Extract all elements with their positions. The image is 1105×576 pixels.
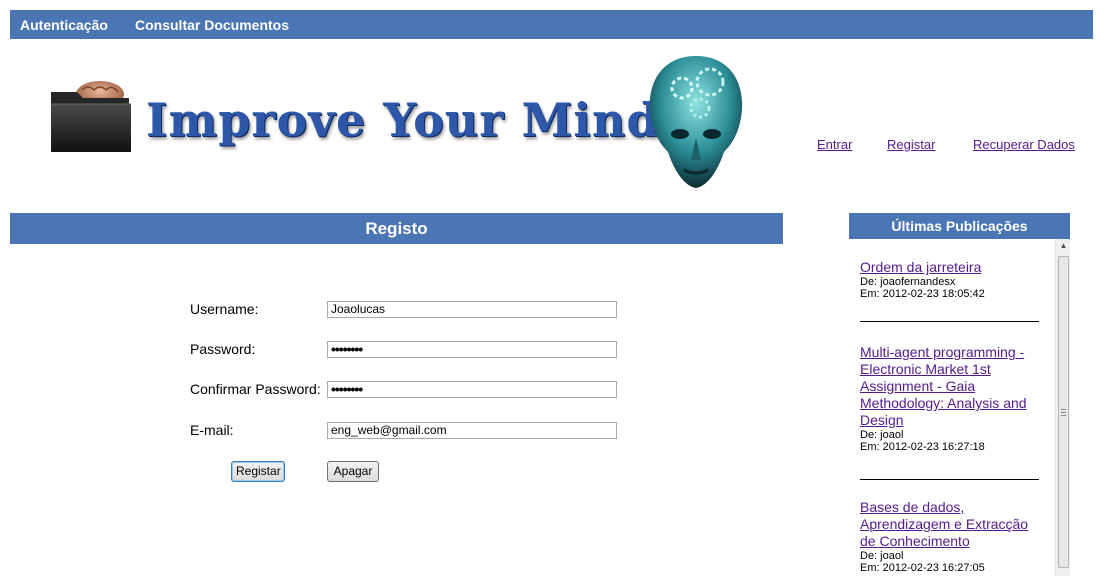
publication-date: Em: 2012-02-23 18:05:42 bbox=[860, 288, 985, 300]
scrollbar-thumb[interactable] bbox=[1058, 256, 1069, 568]
publication-date: Em: 2012-02-23 16:27:18 bbox=[860, 441, 985, 453]
divider bbox=[860, 321, 1039, 322]
publication-item: Ordem da jarreteira De: joaofernandesx E… bbox=[860, 259, 1040, 300]
username-label: Username: bbox=[190, 301, 259, 317]
publication-item: Multi-agent programming - Electronic Mar… bbox=[860, 344, 1040, 453]
publication-author: De: joaol bbox=[860, 550, 904, 562]
email-input[interactable]: eng_web@gmail.com bbox=[327, 422, 617, 439]
nav-consultar-documentos[interactable]: Consultar Documentos bbox=[135, 17, 289, 33]
publication-item: Bases de dados, Aprendizagem e Extracção… bbox=[860, 499, 1040, 574]
publication-link[interactable]: Ordem da jarreteira bbox=[860, 259, 981, 275]
publications-panel: Ordem da jarreteira De: joaofernandesx E… bbox=[849, 239, 1070, 576]
username-input[interactable]: Joaolucas bbox=[327, 301, 617, 318]
entrar-link[interactable]: Entrar bbox=[817, 137, 852, 152]
logo-text: Improve Your Mind bbox=[146, 93, 660, 147]
divider bbox=[860, 479, 1039, 480]
email-label: E-mail: bbox=[190, 422, 234, 438]
publication-date: Em: 2012-02-23 16:27:05 bbox=[860, 562, 985, 574]
registo-header: Registo bbox=[10, 213, 783, 244]
mind-head-icon bbox=[649, 56, 743, 188]
publication-link[interactable]: Bases de dados, Aprendizagem e Extracção… bbox=[860, 499, 1028, 549]
publication-link[interactable]: Multi-agent programming - Electronic Mar… bbox=[860, 344, 1027, 428]
recuperar-dados-link[interactable]: Recuperar Dados bbox=[973, 137, 1075, 152]
ultimas-publicacoes-header: Últimas Publicações bbox=[849, 213, 1070, 239]
scroll-up-arrow-icon[interactable]: ▲ bbox=[1056, 239, 1070, 253]
apagar-button[interactable]: Apagar bbox=[327, 461, 379, 482]
confirm-password-label: Confirmar Password: bbox=[190, 381, 321, 397]
top-nav-bar: Autenticação Consultar Documentos bbox=[10, 10, 1093, 39]
confirm-password-input[interactable]: •••••••• bbox=[327, 381, 617, 398]
password-label: Password: bbox=[190, 341, 256, 357]
grip-icon bbox=[1061, 409, 1066, 416]
password-input[interactable]: •••••••• bbox=[327, 341, 617, 358]
publication-author: De: joaofernandesx bbox=[860, 276, 956, 288]
nav-autenticacao[interactable]: Autenticação bbox=[20, 17, 108, 33]
registar-link[interactable]: Registar bbox=[887, 137, 935, 152]
folder-brain-icon bbox=[51, 81, 131, 152]
vertical-scrollbar[interactable]: ▲ bbox=[1055, 239, 1070, 576]
registar-button[interactable]: Registar bbox=[231, 461, 285, 482]
publication-author: De: joaol bbox=[860, 429, 904, 441]
